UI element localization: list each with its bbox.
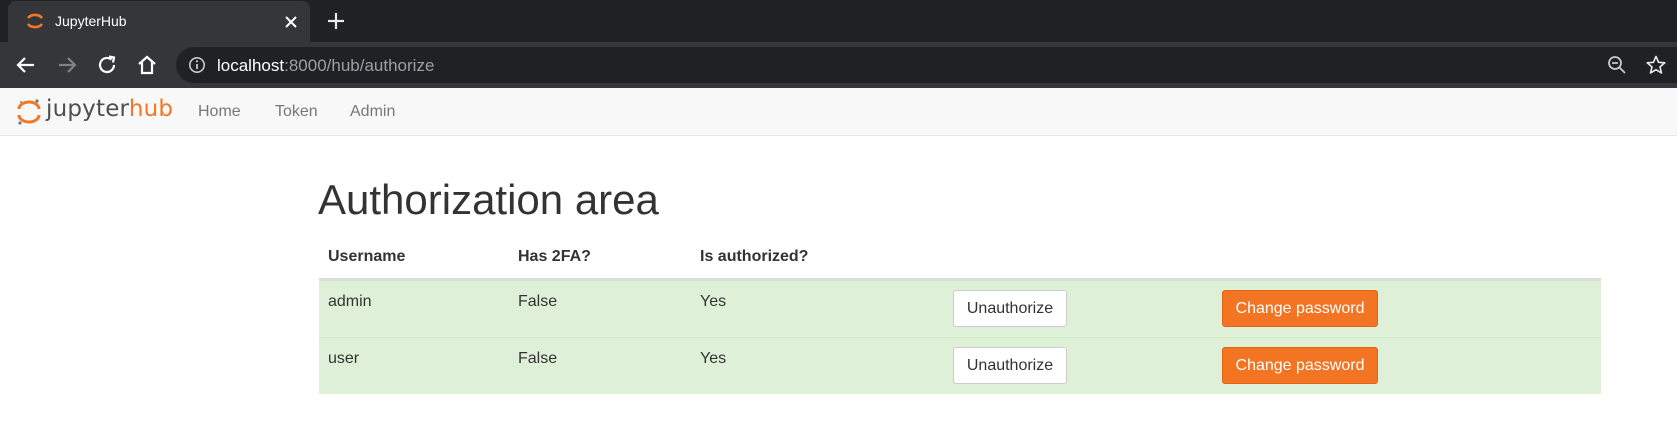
- change-password-button[interactable]: Change password: [1222, 290, 1378, 327]
- jupyter-favicon-icon: [26, 13, 44, 29]
- page-title: Authorization area: [318, 176, 659, 223]
- change-password-button[interactable]: Change password: [1222, 347, 1378, 384]
- header-username: Username: [328, 248, 406, 265]
- home-icon[interactable]: [135, 53, 159, 77]
- plus-icon[interactable]: [325, 10, 347, 32]
- nav-link-admin[interactable]: Admin: [350, 103, 395, 121]
- close-icon[interactable]: [281, 12, 301, 32]
- cell-username: admin: [328, 293, 372, 310]
- info-icon[interactable]: [188, 56, 206, 74]
- nav-link-home[interactable]: Home: [198, 103, 241, 121]
- jupyterhub-logo[interactable]: jupyterhub: [16, 94, 184, 128]
- browser-tab-active[interactable]: JupyterHub: [8, 1, 310, 42]
- cell-is-authorized: Yes: [700, 350, 727, 367]
- header-is-authorized: Is authorized?: [700, 248, 809, 265]
- jupyter-logo-icon: [17, 99, 41, 125]
- forward-arrow-icon[interactable]: [55, 53, 79, 77]
- table-row: admin False Yes Unauthorize Change passw…: [319, 280, 1601, 337]
- url-host: localhost: [217, 56, 285, 75]
- zoom-out-icon[interactable]: [1607, 55, 1627, 75]
- jupyterhub-navbar: jupyterhub Home Token Admin: [0, 88, 1677, 136]
- tab-title: JupyterHub: [55, 13, 127, 29]
- star-icon[interactable]: [1645, 54, 1667, 76]
- reload-icon[interactable]: [95, 53, 119, 77]
- url-text[interactable]: localhost:8000/hub/authorize: [217, 56, 434, 76]
- header-has-2fa: Has 2FA?: [518, 248, 591, 265]
- address-bar[interactable]: localhost:8000/hub/authorize: [176, 47, 1677, 83]
- url-path: :8000/hub/authorize: [284, 56, 435, 75]
- cell-username: user: [328, 350, 360, 367]
- unauthorize-button[interactable]: Unauthorize: [953, 290, 1067, 327]
- nav-link-token[interactable]: Token: [275, 103, 318, 121]
- unauthorize-button[interactable]: Unauthorize: [953, 347, 1067, 384]
- browser-tabstrip: JupyterHub: [0, 0, 1677, 42]
- authorization-table: Username Has 2FA? Is authorized? admin F…: [319, 236, 1601, 394]
- cell-is-authorized: Yes: [700, 293, 727, 310]
- browser-toolbar: localhost:8000/hub/authorize: [0, 42, 1677, 88]
- table-row: user False Yes Unauthorize Change passwo…: [319, 337, 1601, 394]
- cell-has-2fa: False: [518, 293, 558, 310]
- logo-text-hub: hub: [128, 96, 174, 122]
- logo-text-jupyter: jupyter: [46, 96, 129, 122]
- back-arrow-icon[interactable]: [14, 53, 38, 77]
- cell-has-2fa: False: [518, 350, 558, 367]
- table-header: Username Has 2FA? Is authorized?: [319, 236, 1601, 280]
